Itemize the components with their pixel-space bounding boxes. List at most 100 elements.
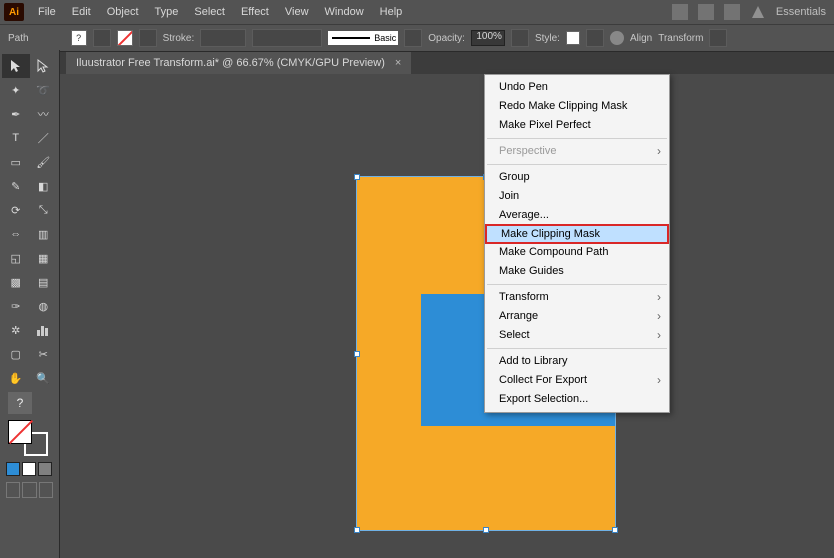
ctx-join[interactable]: Join [485, 187, 669, 206]
brush-definition[interactable]: Basic [328, 31, 398, 45]
ctx-arrange[interactable]: Arrange [485, 307, 669, 326]
swatch-blue[interactable] [6, 462, 20, 476]
ai-logo: Ai [4, 3, 24, 21]
ctx-sep [487, 164, 667, 165]
ctx-add-to-library[interactable]: Add to Library [485, 352, 669, 371]
rotate-tool[interactable]: ⟳ [2, 198, 30, 222]
paintbrush-tool[interactable]: 🖌 [30, 150, 58, 174]
ctx-collect-for-export[interactable]: Collect For Export [485, 371, 669, 390]
selection-tool[interactable] [2, 54, 30, 78]
menu-select[interactable]: Select [186, 0, 233, 24]
hand-tool[interactable]: ✋ [2, 366, 30, 390]
menu-type[interactable]: Type [147, 0, 187, 24]
draw-normal[interactable] [6, 482, 20, 498]
stroke-swatch[interactable] [117, 30, 133, 46]
swatch-white[interactable] [22, 462, 36, 476]
stroke-weight[interactable] [200, 29, 246, 47]
ctx-pixel-perfect[interactable]: Make Pixel Perfect [485, 116, 669, 135]
handle-bc[interactable] [483, 527, 489, 533]
direct-selection-tool[interactable] [30, 54, 58, 78]
mesh-tool[interactable]: ▩ [2, 270, 30, 294]
swatch-gray[interactable] [38, 462, 52, 476]
recolor-icon[interactable] [610, 31, 624, 45]
eyedropper-tool[interactable]: ✑ [2, 294, 30, 318]
shaper-tool[interactable]: ✎ [2, 174, 30, 198]
ctx-select[interactable]: Select [485, 326, 669, 345]
ctx-export-selection[interactable]: Export Selection... [485, 390, 669, 409]
ctx-undo[interactable]: Undo Pen [485, 78, 669, 97]
ctx-sep [487, 138, 667, 139]
workspace-switcher[interactable]: Essentials [776, 6, 826, 18]
transform-link[interactable]: Transform [658, 33, 703, 44]
eraser-tool[interactable]: ◧ [30, 174, 58, 198]
rectangle-tool[interactable]: ▭ [2, 150, 30, 174]
handle-ml[interactable] [354, 351, 360, 357]
draw-inside[interactable] [39, 482, 53, 498]
menu-window[interactable]: Window [317, 0, 372, 24]
ctx-make-guides[interactable]: Make Guides [485, 262, 669, 281]
scale-tool[interactable]: ⤡ [30, 198, 58, 222]
width-tool[interactable]: ⇔ [2, 222, 30, 246]
menu-view[interactable]: View [277, 0, 317, 24]
handle-bl[interactable] [354, 527, 360, 533]
ctx-average[interactable]: Average... [485, 206, 669, 225]
graphic-style[interactable] [566, 31, 580, 45]
menu-file[interactable]: File [30, 0, 64, 24]
magic-wand-tool[interactable]: ✦ [2, 78, 30, 102]
fill-stroke-swatches[interactable] [8, 420, 48, 456]
ctx-sep [487, 348, 667, 349]
gpu-icon[interactable] [750, 4, 766, 20]
gradient-tool[interactable]: ▤ [30, 270, 58, 294]
ctx-make-clipping-mask[interactable]: Make Clipping Mask [485, 224, 669, 244]
fill-dropdown[interactable] [93, 29, 111, 47]
menu-effect[interactable]: Effect [233, 0, 277, 24]
menu-object[interactable]: Object [99, 0, 147, 24]
shape-builder-tool[interactable]: ◱ [2, 246, 30, 270]
free-transform-tool[interactable]: ▥ [30, 222, 58, 246]
draw-behind[interactable] [22, 482, 36, 498]
type-tool[interactable]: T [2, 126, 30, 150]
fill-swatch[interactable]: ? [71, 30, 87, 46]
ctx-group[interactable]: Group [485, 168, 669, 187]
stroke-label: Stroke: [163, 33, 195, 44]
lasso-tool[interactable]: ➰ [30, 78, 58, 102]
pen-tool[interactable]: ✒ [2, 102, 30, 126]
document-title: Iluustrator Free Transform.ai* @ 66.67% … [76, 57, 385, 69]
ctx-transform[interactable]: Transform [485, 288, 669, 307]
artboard-tool[interactable]: ▢ [2, 342, 30, 366]
ctx-redo[interactable]: Redo Make Clipping Mask [485, 97, 669, 116]
blend-tool[interactable]: ◍ [30, 294, 58, 318]
curvature-tool[interactable]: 〰 [30, 102, 58, 126]
line-tool[interactable]: ／ [30, 126, 58, 150]
slice-tool[interactable]: ✂ [30, 342, 58, 366]
brush-dropdown[interactable] [404, 29, 422, 47]
transform-panel-icon[interactable] [709, 29, 727, 47]
variable-width-profile[interactable] [252, 29, 322, 47]
bridge-icon[interactable] [672, 4, 688, 20]
opacity-dropdown[interactable] [511, 29, 529, 47]
style-dropdown[interactable] [586, 29, 604, 47]
context-menu: Undo Pen Redo Make Clipping Mask Make Pi… [484, 74, 670, 413]
ctx-make-compound-path[interactable]: Make Compound Path [485, 243, 669, 262]
opacity-field[interactable]: 100% [471, 30, 505, 46]
column-graph-tool[interactable] [30, 318, 58, 342]
handle-tl[interactable] [354, 174, 360, 180]
menu-edit[interactable]: Edit [64, 0, 99, 24]
opacity-label: Opacity: [428, 33, 465, 44]
canvas-area[interactable]: Undo Pen Redo Make Clipping Mask Make Pi… [66, 74, 834, 558]
arrange-doc-icon[interactable] [724, 4, 740, 20]
menu-help[interactable]: Help [372, 0, 411, 24]
handle-br[interactable] [612, 527, 618, 533]
close-tab-icon[interactable]: × [395, 57, 401, 69]
unknown-fill-indicator[interactable]: ? [8, 392, 32, 414]
stroke-dropdown[interactable] [139, 29, 157, 47]
style-label: Style: [535, 33, 560, 44]
document-tab[interactable]: Iluustrator Free Transform.ai* @ 66.67% … [66, 52, 411, 74]
document-tab-bar: Iluustrator Free Transform.ai* @ 66.67% … [0, 52, 834, 74]
perspective-tool[interactable]: ▦ [30, 246, 58, 270]
stock-icon[interactable] [698, 4, 714, 20]
symbol-sprayer-tool[interactable]: ✲ [2, 318, 30, 342]
zoom-tool[interactable]: 🔍 [30, 366, 58, 390]
fill-box[interactable] [8, 420, 32, 444]
align-link[interactable]: Align [630, 33, 652, 44]
